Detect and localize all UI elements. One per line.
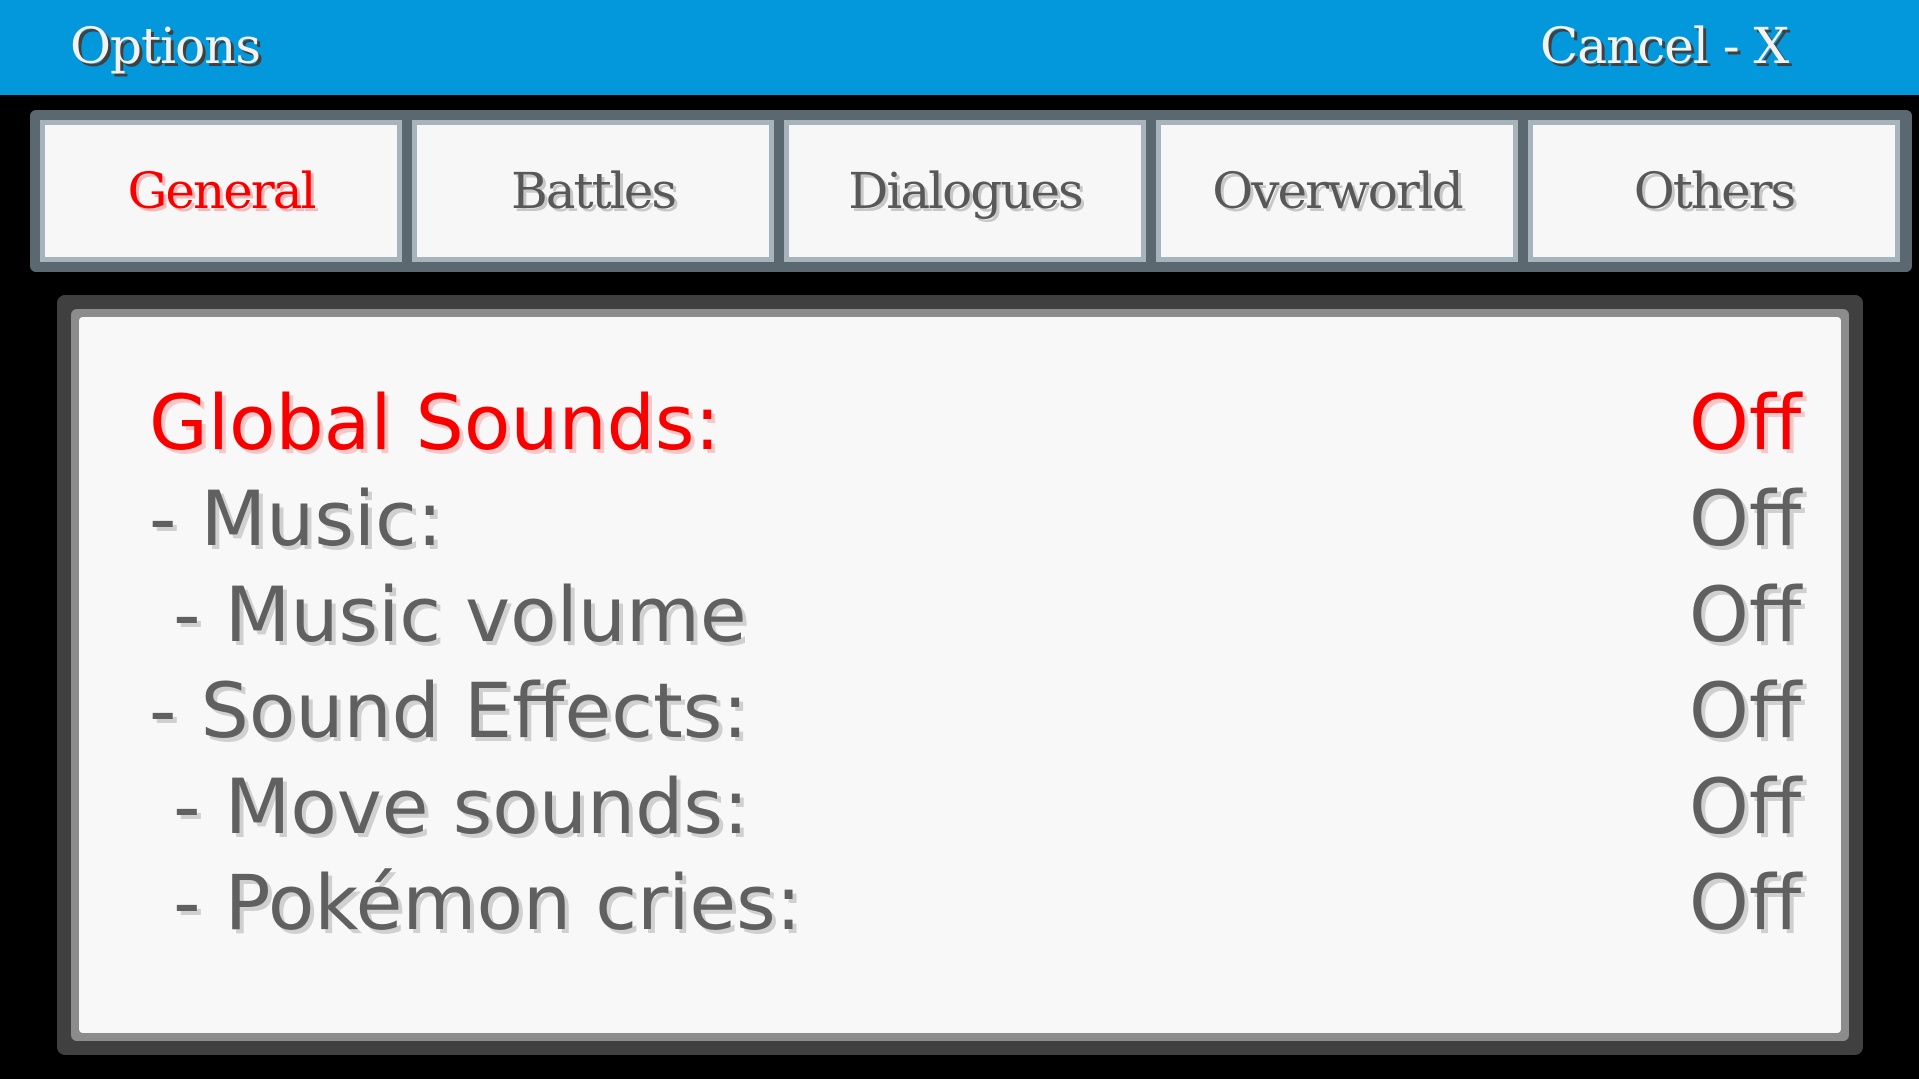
tab-strip: General Battles Dialogues Overworld Othe…	[30, 110, 1912, 272]
option-global-sounds[interactable]: Global Sounds: Off	[79, 375, 1841, 471]
option-label: - Move sounds:	[149, 762, 749, 851]
option-label: - Sound Effects:	[149, 666, 748, 755]
option-value[interactable]: Off	[1689, 567, 1801, 663]
option-value[interactable]: Off	[1689, 759, 1801, 855]
tab-battles[interactable]: Battles	[412, 120, 774, 262]
option-move-sounds[interactable]: - Move sounds: Off	[79, 759, 1841, 855]
tab-label: General	[127, 162, 316, 220]
tab-others[interactable]: Others	[1528, 120, 1900, 262]
option-label: - Music:	[149, 474, 443, 563]
options-screen: Options Cancel - X General Battles Dialo…	[0, 0, 1919, 1079]
tab-label: Battles	[511, 162, 677, 220]
option-music[interactable]: - Music: Off	[79, 471, 1841, 567]
page-title: Options	[70, 17, 261, 75]
cancel-button[interactable]: Cancel - X	[1540, 14, 1789, 78]
tab-label: Others	[1633, 162, 1796, 220]
header-bar: Options Cancel - X	[0, 0, 1919, 95]
option-pokemon-cries[interactable]: - Pokémon cries: Off	[79, 855, 1841, 951]
option-music-volume[interactable]: - Music volume Off	[79, 567, 1841, 663]
tab-dialogues[interactable]: Dialogues	[784, 120, 1146, 262]
option-value[interactable]: Off	[1689, 855, 1801, 951]
tab-general[interactable]: General	[40, 120, 402, 262]
options-list: Global Sounds: Off - Music: Off - Music …	[79, 317, 1841, 1033]
tab-overworld[interactable]: Overworld	[1156, 120, 1518, 262]
option-value[interactable]: Off	[1689, 663, 1801, 759]
tab-label: Overworld	[1212, 162, 1464, 220]
option-label: Global Sounds:	[149, 378, 721, 467]
options-panel: Global Sounds: Off - Music: Off - Music …	[57, 295, 1863, 1055]
tab-label: Dialogues	[848, 162, 1083, 220]
option-label: - Music volume	[149, 570, 747, 659]
option-label: - Pokémon cries:	[149, 858, 802, 947]
option-value[interactable]: Off	[1689, 375, 1801, 471]
options-panel-border: Global Sounds: Off - Music: Off - Music …	[71, 309, 1849, 1041]
option-sound-effects[interactable]: - Sound Effects: Off	[79, 663, 1841, 759]
option-value[interactable]: Off	[1689, 471, 1801, 567]
